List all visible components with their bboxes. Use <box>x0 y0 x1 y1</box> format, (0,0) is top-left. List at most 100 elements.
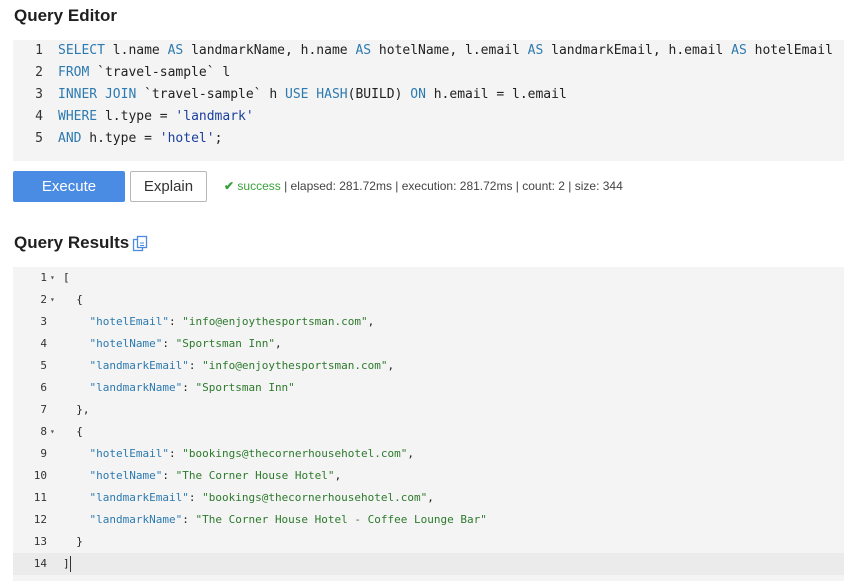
code-token: AS <box>355 43 372 58</box>
code-token: : <box>182 381 196 394</box>
code-token: l.type = <box>97 109 176 124</box>
code-text: WHERE l.type = 'landmark' <box>58 106 254 128</box>
code-token: "landmarkEmail" <box>89 359 189 372</box>
text-caret <box>69 556 71 572</box>
code-token: hotelName, l.email <box>371 43 528 58</box>
code-token: "hotelEmail" <box>89 447 169 460</box>
code-token: "Sportsman Inn" <box>175 337 275 350</box>
code-token: "hotelName" <box>89 337 163 350</box>
execute-button[interactable]: Execute <box>13 171 125 202</box>
result-line[interactable]: 14] <box>13 553 844 575</box>
code-text: SELECT l.name AS landmarkName, h.name AS… <box>58 40 833 62</box>
line-number: 11 <box>33 491 47 504</box>
code-token: "landmarkEmail" <box>89 491 189 504</box>
code-token: "landmarkName" <box>89 513 183 526</box>
code-token: "The Corner House Hotel" <box>175 469 335 482</box>
code-token: h.type = <box>81 131 160 146</box>
result-line[interactable]: 8 ▾ { <box>13 421 844 443</box>
result-line[interactable]: 9 "hotelEmail": "bookings@thecornerhouse… <box>13 443 844 465</box>
code-token: AS <box>731 43 747 58</box>
code-token: INNER JOIN <box>58 87 137 102</box>
explain-button[interactable]: Explain <box>130 171 207 202</box>
line-number: 4 <box>40 337 47 350</box>
code-token: FROM <box>58 65 90 80</box>
code-text: "landmarkEmail": "bookings@thecornerhous… <box>63 487 434 509</box>
line-number: 2 <box>40 293 47 306</box>
code-token: : <box>182 513 196 526</box>
result-line[interactable]: 3 "hotelEmail": "info@enjoythesportsman.… <box>13 311 844 333</box>
code-token: ON <box>410 87 426 102</box>
result-line[interactable]: 11 "landmarkEmail": "bookings@thecornerh… <box>13 487 844 509</box>
code-token: "landmarkName" <box>89 381 183 394</box>
query-results[interactable]: 1 ▾[2 ▾ {3 "hotelEmail": "info@enjoythespo… <box>13 267 844 581</box>
code-text: { <box>63 289 83 311</box>
code-token: "The Corner House Hotel - Coffee Lounge … <box>195 513 487 526</box>
result-line[interactable]: 7 }, <box>13 399 844 421</box>
query-status: ✔ success | elapsed: 281.72ms | executio… <box>224 179 623 193</box>
code-text: } <box>63 531 83 553</box>
editor-line[interactable]: 3 INNER JOIN `travel-sample` h USE HASH(B… <box>13 84 567 106</box>
line-number: 12 <box>33 513 47 526</box>
chevron-down-icon[interactable]: ▾ <box>50 421 58 443</box>
code-token: "info@enjoythesportsman.com" <box>182 315 368 328</box>
code-token: 'landmark' <box>175 109 254 124</box>
line-number: 4 <box>35 109 43 124</box>
code-token: { <box>63 293 83 306</box>
line-number: 13 <box>33 535 47 548</box>
chevron-down-icon[interactable]: ▾ <box>50 289 58 311</box>
code-token: , <box>407 447 415 460</box>
code-text: [ <box>63 267 70 289</box>
code-token: : <box>188 491 203 504</box>
editor-line[interactable]: 4 WHERE l.type = 'landmark' <box>13 106 254 128</box>
code-token: : <box>188 359 203 372</box>
code-token: "bookings@thecornerhousehotel.com" <box>202 491 428 504</box>
code-token: landmarkEmail, h.email <box>543 43 732 58</box>
code-token: `travel-sample` l <box>89 65 231 80</box>
code-token: : <box>168 447 183 460</box>
copy-icon[interactable] <box>132 235 149 252</box>
line-number: 9 <box>40 447 47 460</box>
result-line[interactable]: 13 } <box>13 531 844 553</box>
code-text: "hotelEmail": "info@enjoythesportsman.co… <box>63 311 375 333</box>
code-token: "bookings@thecornerhousehotel.com" <box>182 447 408 460</box>
code-token: } <box>63 535 83 548</box>
line-number: 2 <box>35 65 43 80</box>
code-text: FROM `travel-sample` l <box>58 62 230 84</box>
result-line[interactable]: 6 "landmarkName": "Sportsman Inn" <box>13 377 844 399</box>
code-token: , <box>387 359 395 372</box>
chevron-down-icon[interactable]: ▾ <box>50 267 58 289</box>
editor-line[interactable]: 5 AND h.type = 'hotel'; <box>13 128 222 150</box>
result-line[interactable]: 5 "landmarkEmail": "info@enjoythesportsm… <box>13 355 844 377</box>
code-text: }, <box>63 399 89 421</box>
code-token: , <box>367 315 375 328</box>
result-line[interactable]: 10 "hotelName": "The Corner House Hotel"… <box>13 465 844 487</box>
code-token: ; <box>214 131 223 146</box>
code-text: "landmarkName": "The Corner House Hotel … <box>63 509 487 531</box>
result-line[interactable]: 4 "hotelName": "Sportsman Inn", <box>13 333 844 355</box>
result-line[interactable]: 12 "landmarkName": "The Corner House Hot… <box>13 509 844 531</box>
code-token: WHERE <box>58 109 98 124</box>
code-token: : <box>162 337 176 350</box>
code-text: AND h.type = 'hotel'; <box>58 128 222 150</box>
code-token: 'hotel' <box>159 131 215 146</box>
code-token: "info@enjoythesportsman.com" <box>202 359 388 372</box>
editor-line[interactable]: 1 SELECT l.name AS landmarkName, h.name A… <box>13 40 833 62</box>
line-number: 3 <box>40 315 47 328</box>
line-number: 8 <box>40 425 47 438</box>
line-number: 1 <box>35 43 43 58</box>
query-editor[interactable]: 1 SELECT l.name AS landmarkName, h.name A… <box>13 40 844 161</box>
code-text: "landmarkName": "Sportsman Inn" <box>63 377 295 399</box>
code-token: h.email = l.email <box>425 87 567 102</box>
result-line[interactable]: 1 ▾ [ <box>13 267 844 289</box>
code-text: { <box>63 421 83 443</box>
code-text: INNER JOIN `travel-sample` h USE HASH(BU… <box>58 84 567 106</box>
editor-line[interactable]: 2 FROM `travel-sample` l <box>13 62 230 84</box>
result-line[interactable]: 2 ▾ { <box>13 289 844 311</box>
code-token: `travel-sample` h <box>136 87 285 102</box>
